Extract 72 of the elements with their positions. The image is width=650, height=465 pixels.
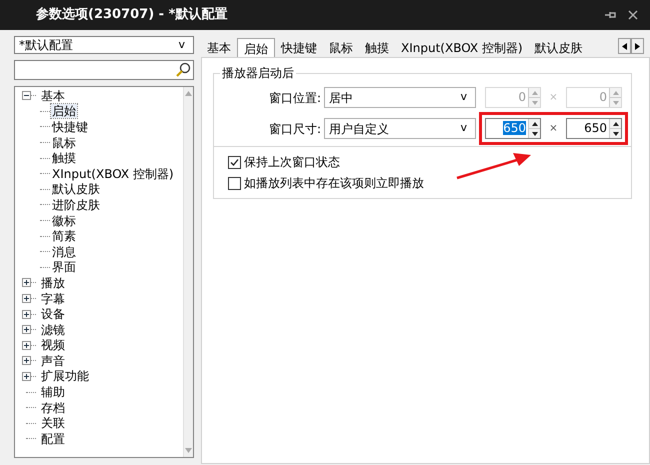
tree-item[interactable]: 快捷键: [51, 120, 89, 134]
field-value: 650: [584, 121, 607, 135]
tree-item[interactable]: 视频: [40, 338, 66, 352]
tab[interactable]: 基本: [201, 39, 237, 57]
times-sign: ×: [548, 91, 559, 105]
tree-item[interactable]: 扩展功能: [40, 369, 90, 384]
tree-item[interactable]: 界面: [51, 260, 77, 274]
scroll-right-button[interactable]: [631, 38, 644, 54]
times-sign: ×: [548, 122, 559, 136]
dropdown-value: 用户自定义: [329, 120, 389, 138]
dropdown[interactable]: 用户自定义 v: [324, 118, 476, 139]
tab[interactable]: XInput(XBOX 控制器): [395, 39, 529, 57]
tab[interactable]: 启始: [237, 38, 275, 57]
left-arrow-icon: [622, 42, 627, 50]
group-title: 播放器启动后: [221, 66, 295, 80]
checkbox[interactable]: [228, 176, 241, 190]
tree-item[interactable]: 触摸: [51, 151, 77, 166]
field-value: 650: [503, 121, 526, 135]
window-title: 参数选项(230707) - *默认配置: [35, 6, 228, 24]
tree-item[interactable]: 辅助: [40, 385, 66, 400]
field-value: 0: [518, 90, 526, 104]
number-field[interactable]: 650: [566, 118, 622, 139]
tab[interactable]: 默认皮肤: [528, 39, 589, 57]
field-value: 0: [599, 90, 607, 104]
dropdown-value: 居中: [329, 90, 353, 106]
checkbox-label: 如播放列表中存在该项则立即播放: [244, 175, 424, 192]
scroll-left-button[interactable]: [618, 38, 631, 54]
tree-item[interactable]: 消息: [51, 244, 77, 259]
expand-icon[interactable]: [22, 356, 31, 366]
tree-item[interactable]: 滤镜: [40, 322, 66, 337]
expand-icon[interactable]: [22, 294, 31, 304]
expand-icon[interactable]: [22, 372, 31, 381]
expand-icon[interactable]: [22, 310, 31, 319]
tree-item[interactable]: XInput(XBOX 控制器): [51, 166, 175, 181]
checkbox[interactable]: [228, 156, 241, 168]
expand-icon[interactable]: [22, 278, 31, 288]
tab[interactable]: 触摸: [359, 39, 395, 57]
tree-item[interactable]: 鼠标: [51, 136, 77, 150]
tree-item[interactable]: 播放: [40, 276, 66, 290]
tree-item[interactable]: 徽标: [51, 214, 77, 228]
tree-item[interactable]: 存档: [40, 400, 66, 415]
checkbox-label: 保持上次窗口状态: [244, 154, 340, 171]
field-label: 窗口位置:: [268, 90, 322, 106]
pin-icon[interactable]: [604, 10, 616, 20]
tree-item[interactable]: 启始: [51, 104, 77, 118]
expand-icon[interactable]: [22, 325, 31, 334]
spin-buttons[interactable]: [528, 119, 540, 138]
collapse-icon[interactable]: [22, 91, 31, 100]
number-field[interactable]: 650: [485, 118, 541, 139]
dropdown-value: *默认配置: [19, 37, 73, 54]
tree-item[interactable]: 字幕: [40, 292, 66, 306]
expand-icon[interactable]: [22, 340, 31, 350]
search-field[interactable]: [14, 60, 194, 80]
dropdown-arrow: v: [460, 89, 468, 106]
profile-dropdown[interactable]: *默认配置 v: [14, 36, 194, 54]
field-label: 窗口尺寸:: [268, 120, 322, 138]
right-arrow-icon: [635, 42, 640, 50]
tree-item[interactable]: 基本: [40, 88, 66, 103]
dropdown-arrow: v: [460, 120, 468, 136]
search-icon[interactable]: [175, 62, 191, 78]
tree-item[interactable]: 设备: [40, 307, 66, 322]
close-icon[interactable]: [628, 10, 638, 20]
tree-item[interactable]: 进阶皮肤: [51, 198, 101, 212]
spin-buttons[interactable]: [609, 119, 621, 138]
tree-item[interactable]: 关联: [40, 416, 66, 430]
tree-item[interactable]: 配置: [40, 432, 66, 446]
tab[interactable]: 鼠标: [323, 39, 359, 57]
tree-item[interactable]: 简素: [51, 229, 77, 244]
dropdown-arrow: v: [178, 36, 186, 53]
tab[interactable]: 快捷键: [275, 39, 323, 57]
tree-item[interactable]: 默认皮肤: [51, 182, 101, 196]
tree-item[interactable]: 声音: [40, 354, 66, 368]
